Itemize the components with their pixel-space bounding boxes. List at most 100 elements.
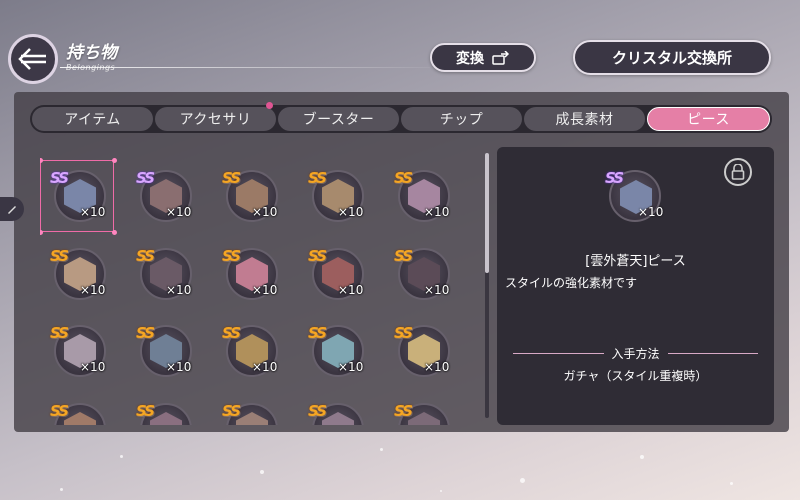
sparkle [380, 448, 383, 451]
piece-item[interactable]: SS ×10 [298, 310, 374, 382]
sparkle [260, 470, 264, 474]
piece-count: ×10 [80, 283, 106, 297]
crystal-exchange-button[interactable]: クリスタル交換所 [573, 40, 771, 75]
notification-dot [266, 102, 273, 109]
acquire-heading: 入手方法 [513, 345, 759, 362]
piece-item[interactable]: SS ×10 [40, 233, 116, 305]
tab-growth-material[interactable]: 成長素材 [524, 107, 645, 131]
side-edit-button[interactable] [0, 197, 24, 221]
arrow-left-icon [18, 48, 46, 70]
piece-item[interactable]: SS [298, 388, 374, 425]
character-portrait [236, 412, 268, 425]
selection-corner [40, 158, 43, 163]
rank-badge: SS [222, 169, 241, 187]
character-portrait [64, 412, 96, 425]
rank-badge: SS [50, 324, 69, 342]
piece-item[interactable]: SS ×10 [126, 155, 202, 227]
tab-label: ブースター [302, 112, 375, 128]
tab-label: ピース [687, 112, 730, 128]
piece-count: ×10 [424, 283, 450, 297]
tab-chip[interactable]: チップ [401, 107, 522, 131]
piece-item[interactable]: SS ×10 [212, 233, 288, 305]
piece-item[interactable]: SS [212, 388, 288, 425]
rank-badge: SS [308, 247, 327, 265]
acquire-method: ガチャ（スタイル重複時） [563, 369, 708, 383]
character-portrait [322, 412, 354, 425]
sparkle [60, 488, 63, 491]
tab-booster[interactable]: ブースター [278, 107, 399, 131]
piece-item[interactable]: SS ×10 [298, 155, 374, 227]
piece-count: ×10 [252, 360, 278, 374]
piece-count: ×10 [166, 205, 192, 219]
tab-label: チップ [439, 112, 484, 128]
rank-badge: SS [136, 169, 155, 187]
piece-count: ×10 [166, 283, 192, 297]
rank-badge: SS [222, 324, 241, 342]
category-tabs: アイテム アクセサリ ブースター チップ 成長素材 ピース [30, 102, 772, 133]
piece-count: ×10 [424, 360, 450, 374]
selection-frame [40, 158, 117, 235]
tab-piece[interactable]: ピース [647, 107, 770, 131]
detail-rank-badge: SS [605, 169, 624, 187]
piece-count: ×10 [338, 283, 364, 297]
lock-icon [731, 164, 745, 180]
character-portrait [408, 412, 440, 425]
convert-button[interactable]: 変換 [430, 43, 536, 72]
sparkle [440, 490, 442, 492]
item-description: スタイルの強化素材です [505, 276, 638, 290]
divider [513, 353, 604, 354]
rank-badge: SS [136, 324, 155, 342]
tab-label: アクセサリ [179, 112, 252, 128]
piece-count: ×10 [80, 360, 106, 374]
piece-item[interactable]: SS [40, 388, 116, 425]
lock-button[interactable] [724, 158, 752, 186]
piece-count: ×10 [338, 360, 364, 374]
rank-badge: SS [394, 402, 413, 420]
rank-badge: SS [222, 402, 241, 420]
scrollbar-thumb[interactable] [485, 153, 489, 273]
divider [667, 353, 759, 354]
rank-badge: SS [394, 247, 413, 265]
tab-item[interactable]: アイテム [32, 107, 153, 131]
piece-item[interactable]: SS [384, 388, 460, 425]
piece-count: ×10 [338, 205, 364, 219]
piece-item[interactable]: SS ×10 [384, 233, 460, 305]
piece-item[interactable]: SS ×10 [212, 310, 288, 382]
title-main: 持ち物 [66, 43, 117, 63]
piece-count: ×10 [252, 205, 278, 219]
piece-item[interactable]: SS ×10 [384, 155, 460, 227]
piece-count: ×10 [252, 283, 278, 297]
rank-badge: SS [308, 169, 327, 187]
piece-item[interactable]: SS [126, 388, 202, 425]
rank-badge: SS [50, 402, 69, 420]
rank-badge: SS [222, 247, 241, 265]
rank-badge: SS [308, 402, 327, 420]
piece-item[interactable]: SS ×10 [384, 310, 460, 382]
sparkle [120, 455, 123, 458]
rank-badge: SS [308, 324, 327, 342]
piece-item[interactable]: SS ×10 [298, 233, 374, 305]
sparkle [520, 478, 525, 483]
piece-item[interactable]: SS ×10 [40, 310, 116, 382]
exchange-icon [492, 50, 510, 65]
piece-item[interactable]: SS ×10 [212, 155, 288, 227]
character-portrait [150, 412, 182, 425]
piece-count: ×10 [424, 205, 450, 219]
piece-item[interactable]: SS ×10 [126, 233, 202, 305]
tab-accessory[interactable]: アクセサリ [155, 102, 276, 131]
sparkle [640, 455, 644, 459]
selection-corner [112, 158, 117, 163]
rank-badge: SS [136, 402, 155, 420]
piece-item[interactable]: SS ×10 [40, 155, 117, 235]
rank-badge: SS [394, 324, 413, 342]
item-name: [雲外蒼天]ピース [585, 254, 686, 269]
pencil-icon [8, 206, 16, 214]
rank-badge: SS [50, 247, 69, 265]
piece-item[interactable]: SS ×10 [126, 310, 202, 382]
convert-label: 変換 [456, 50, 484, 67]
acquire-title: 入手方法 [611, 347, 660, 361]
piece-grid: SS ×10 SS ×10 SS ×10 SS ×10 SS ×10 SS ×10 SS ×10 SS ×10… [40, 155, 470, 425]
piece-count: ×10 [166, 360, 192, 374]
back-button[interactable] [8, 34, 58, 84]
rank-badge: SS [136, 247, 155, 265]
